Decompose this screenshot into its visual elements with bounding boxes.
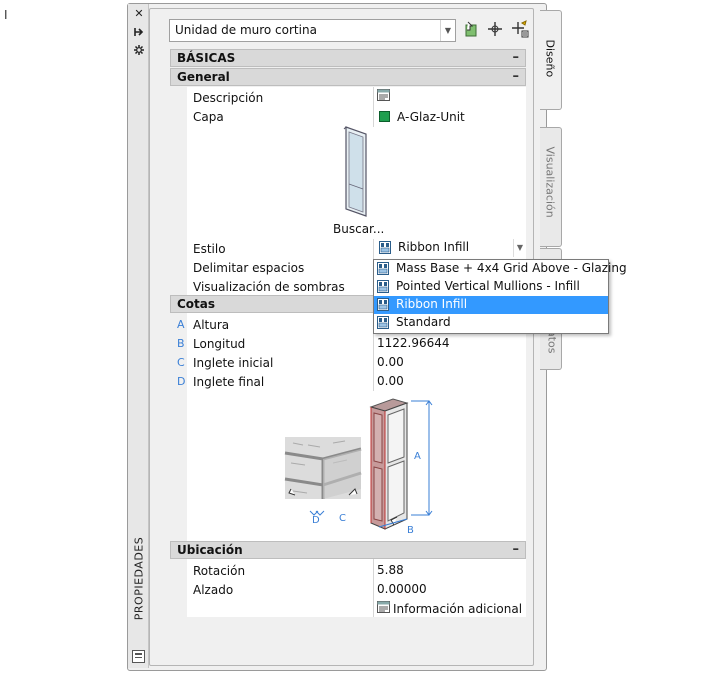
diagram-label-c: C — [339, 513, 346, 524]
inglete-inicial-label: Inglete inicial — [193, 356, 274, 370]
style-icon — [377, 298, 389, 311]
text-cursor-mark: I — [4, 8, 8, 22]
dropdown-option-selected[interactable]: Ribbon Infill — [374, 296, 608, 314]
alzado-label: Alzado — [193, 583, 234, 597]
longitud-label: Longitud — [193, 337, 246, 351]
quick-select-icon[interactable] — [511, 20, 529, 38]
estilo-label: Estilo — [193, 242, 226, 256]
layer-color-swatch — [379, 111, 390, 122]
estilo-select[interactable]: Ribbon Infill — [376, 239, 524, 257]
chevron-down-icon[interactable]: ▼ — [440, 20, 455, 41]
style-icon — [377, 316, 389, 329]
column-divider — [373, 87, 374, 127]
buscar-link[interactable]: Buscar... — [333, 222, 384, 236]
estilo-value: Ribbon Infill — [398, 240, 470, 254]
descripcion-label: Descripción — [193, 91, 264, 105]
palette-title: PROPIEDADES — [132, 536, 146, 621]
collapse-icon[interactable]: – — [513, 50, 520, 65]
capa-value[interactable]: A-Glaz-Unit — [397, 110, 465, 124]
rotacion-label: Rotación — [193, 564, 246, 578]
autohide-icon[interactable] — [133, 26, 145, 38]
tab-visualizacion[interactable]: Visualización — [540, 127, 562, 247]
sombras-label: Visualización de sombras — [193, 280, 345, 294]
rotacion-value[interactable]: 5.88 — [377, 563, 404, 577]
section-title: Cotas — [177, 297, 216, 311]
diagram-label-b: B — [407, 525, 414, 536]
curtain-unit-preview — [340, 124, 372, 220]
object-type-select[interactable]: Unidad de muro cortina ▼ — [169, 19, 456, 42]
dimension-letter: D — [177, 375, 186, 388]
diagram-label-a: A — [414, 451, 421, 462]
informacion-adicional-link[interactable]: Información adicional — [393, 602, 522, 616]
style-icon — [379, 241, 391, 254]
section-basicas[interactable]: BÁSICAS – — [170, 49, 526, 67]
alzado-value[interactable]: 0.00000 — [377, 582, 427, 596]
pick-point-icon[interactable] — [486, 20, 504, 38]
collapse-icon[interactable]: – — [513, 69, 520, 84]
section-title: General — [177, 70, 230, 84]
section-ubicacion[interactable]: Ubicación – — [170, 541, 526, 559]
chevron-down-icon[interactable]: ▼ — [513, 239, 526, 257]
dimensions-diagram: D C A B — [283, 393, 448, 536]
inglete-final-label: Inglete final — [193, 375, 265, 389]
longitud-value[interactable]: 1122.96644 — [377, 336, 450, 350]
grid-margin — [170, 87, 187, 617]
dimension-letter: B — [177, 337, 185, 350]
section-title: BÁSICAS — [177, 51, 236, 65]
inglete-final-value[interactable]: 0.00 — [377, 374, 404, 388]
section-title: Ubicación — [177, 543, 243, 557]
style-icon — [377, 262, 389, 275]
object-type-value: Unidad de muro cortina — [175, 23, 317, 37]
dimension-letter: C — [177, 356, 185, 369]
dropdown-option[interactable]: Mass Base + 4x4 Grid Above - Glazing — [374, 260, 627, 278]
dropdown-option[interactable]: Standard — [374, 314, 608, 332]
diagram-label-d: D — [312, 515, 320, 526]
estilo-dropdown-list[interactable]: Mass Base + 4x4 Grid Above - Glazing Poi… — [373, 259, 627, 334]
section-general[interactable]: General – — [170, 68, 526, 86]
properties-menu-icon[interactable] — [133, 44, 145, 56]
tab-diseno[interactable]: Diseño — [540, 10, 562, 110]
info-editor-icon[interactable] — [377, 601, 390, 613]
column-divider — [373, 559, 374, 617]
inglete-inicial-value[interactable]: 0.00 — [377, 355, 404, 369]
close-icon[interactable]: ✕ — [133, 8, 145, 20]
dimension-letter: A — [177, 318, 185, 331]
palette-icon — [132, 650, 145, 663]
altura-label: Altura — [193, 318, 230, 332]
select-objects-icon[interactable] — [462, 20, 480, 38]
delimitar-label: Delimitar espacios — [193, 261, 305, 275]
dropdown-option[interactable]: Pointed Vertical Mullions - Infill — [374, 278, 608, 296]
style-icon — [377, 280, 389, 293]
description-editor-icon[interactable] — [377, 89, 390, 101]
capa-label: Capa — [193, 110, 224, 124]
collapse-icon[interactable]: – — [513, 542, 520, 557]
